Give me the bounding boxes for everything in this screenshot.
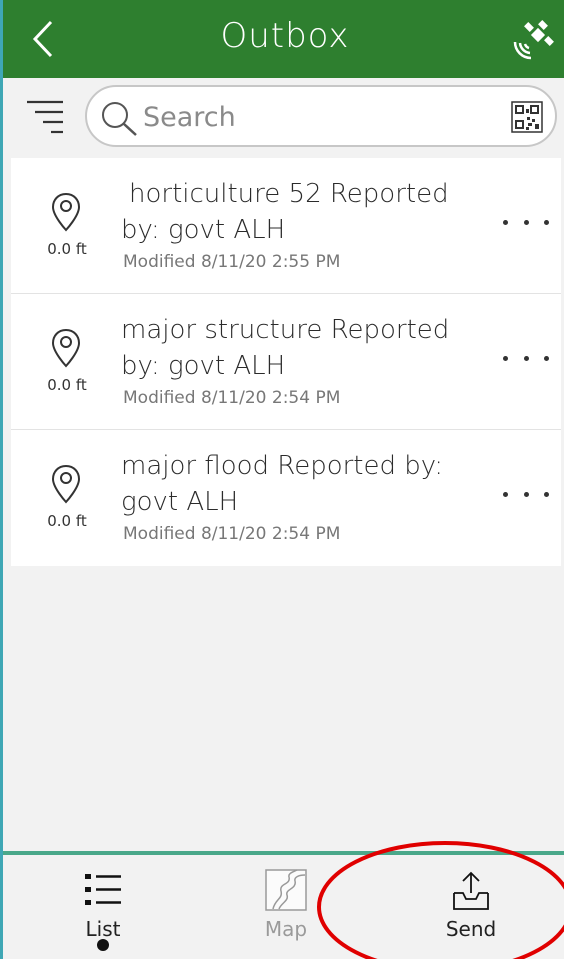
search-icon	[102, 102, 137, 136]
map-icon	[265, 869, 307, 911]
outbox-list: 0.0 ft horticulture 52 Reported by: govt…	[11, 158, 561, 566]
filter-sort-button[interactable]	[25, 96, 65, 136]
tab-list-label: List	[85, 917, 121, 941]
distance-label: 0.0 ft	[47, 512, 87, 530]
more-dot	[544, 491, 549, 497]
search-input[interactable]	[143, 98, 493, 136]
more-dot	[503, 219, 508, 225]
red-highlight-ellipse	[317, 841, 564, 959]
list-icon	[85, 874, 121, 905]
active-tab-indicator	[97, 939, 109, 951]
qr-code-icon[interactable]	[511, 101, 543, 133]
search-field[interactable]	[85, 85, 557, 147]
location-pin-icon	[51, 192, 81, 232]
item-title: horticulture 52 Reported by: govt ALH	[121, 179, 449, 245]
more-options-button[interactable]	[503, 348, 549, 368]
more-dot	[523, 355, 529, 361]
app-frame: Outbox Search 0.0 ft horticulture 52 Rep…	[0, 0, 564, 959]
satellite-signal-icon	[513, 20, 554, 60]
location-pin-icon	[51, 328, 81, 368]
app-header: Outbox	[3, 0, 564, 78]
distance-label: 0.0 ft	[47, 376, 87, 394]
more-dot	[523, 491, 529, 497]
item-title: major structure Reported by: govt ALH	[121, 315, 450, 381]
more-options-button[interactable]	[503, 212, 549, 232]
more-dot	[544, 355, 549, 361]
page-title: Outbox	[220, 16, 350, 56]
list-item[interactable]: 0.0 ft major structure Reported by: govt…	[11, 294, 561, 430]
more-dot	[503, 355, 508, 361]
search-row	[3, 78, 564, 158]
sort-lines-icon	[27, 100, 63, 134]
distance-label: 0.0 ft	[47, 240, 87, 258]
bottom-nav: List Map Send	[3, 841, 564, 959]
list-item[interactable]: 0.0 ft major flood Reported by: govt ALH…	[11, 430, 561, 566]
gps-button[interactable]	[509, 16, 557, 64]
more-options-button[interactable]	[503, 484, 549, 504]
modified-timestamp: Modified 8/11/20 2:54 PM	[123, 388, 341, 408]
location-pin-icon	[51, 464, 81, 504]
tab-list[interactable]: List	[53, 869, 153, 941]
modified-timestamp: Modified 8/11/20 2:54 PM	[123, 524, 341, 544]
list-item[interactable]: 0.0 ft horticulture 52 Reported by: govt…	[11, 158, 561, 294]
more-dot	[523, 219, 529, 225]
more-dot	[544, 219, 549, 225]
more-dot	[503, 491, 508, 497]
modified-timestamp: Modified 8/11/20 2:55 PM	[123, 252, 341, 272]
item-title: major flood Reported by: govt ALH	[121, 451, 444, 517]
